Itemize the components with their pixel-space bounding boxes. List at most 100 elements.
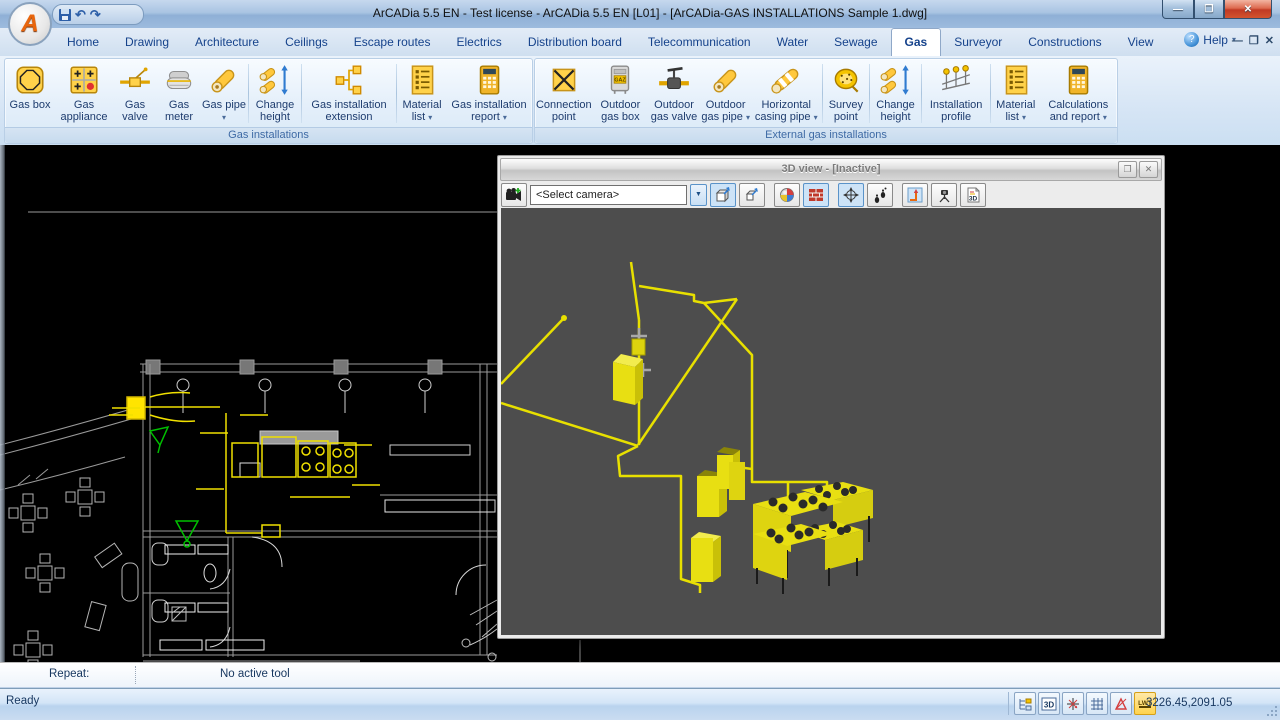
camera-tripod-button[interactable] <box>931 183 957 207</box>
save-3d-label: 3D <box>969 195 978 202</box>
tab-electrics[interactable]: Electrics <box>443 28 514 56</box>
tab-drawing[interactable]: Drawing <box>112 28 182 56</box>
group-label: External gas installations <box>535 127 1117 143</box>
active-tool-message: No active tool <box>220 668 290 680</box>
maximize-button[interactable]: ❐ <box>1194 0 1224 19</box>
gas-valve-button[interactable]: Gas valve <box>113 59 157 128</box>
footsteps-icon <box>873 187 887 203</box>
gas-meter-button[interactable]: Gas meter <box>157 59 201 128</box>
grid-toggle[interactable] <box>1086 692 1108 715</box>
outdoor-gas-valve-button[interactable]: Outdoor gas valve <box>648 59 700 128</box>
dropdown-caret-icon: ▾ <box>746 113 750 122</box>
gas-appliance-button[interactable]: Gas appliance <box>55 59 113 128</box>
command-bar-separator <box>135 666 136 684</box>
snap-toggle[interactable] <box>1062 692 1084 715</box>
save-3d-view-button[interactable]: 3D <box>960 183 986 207</box>
gas-installation-extension-button[interactable]: Gas installation extension <box>303 59 395 128</box>
tab-ceilings[interactable]: Ceilings <box>272 28 341 56</box>
close-button[interactable]: ✕ <box>1224 0 1272 19</box>
add-camera-button[interactable] <box>501 183 527 207</box>
help-globe-icon: ? <box>1184 32 1199 47</box>
gas-appliance-icon <box>67 63 101 97</box>
resize-grip[interactable] <box>1265 704 1277 716</box>
cube-small-arrow-icon <box>744 187 760 203</box>
horizontal-casing-pipe-button[interactable]: Horizontal casing pipe ▾ <box>751 59 821 128</box>
tab-water[interactable]: Water <box>764 28 822 56</box>
orbit-button[interactable] <box>838 183 864 207</box>
material-list-button[interactable]: Material list ▾ <box>398 59 446 128</box>
gas-box-icon <box>13 63 47 97</box>
camera-tripod-icon <box>936 187 952 203</box>
ortho-toggle[interactable] <box>1110 692 1132 715</box>
3d-window-icon: 3D <box>1041 697 1057 711</box>
undo-button[interactable]: ↶ <box>75 6 86 23</box>
calculations-and-report-button[interactable]: Calculations and report ▾ <box>1040 59 1117 128</box>
select-camera-dropdown[interactable]: <Select camera> <box>530 185 687 205</box>
installation-profile-button[interactable]: Installation profile <box>923 59 989 128</box>
ribbon: Gas box Gas appliance Gas valve Gas mete… <box>0 56 1280 146</box>
calculations-icon <box>1061 63 1095 97</box>
ortho-angle-icon <box>1114 697 1128 711</box>
3d-view-title-bar[interactable]: 3D view - [Inactive] ❐ ✕ <box>500 158 1162 181</box>
tab-constructions[interactable]: Constructions <box>1015 28 1114 56</box>
camera-spinner-button[interactable]: ▼ <box>690 184 707 206</box>
app-logo-button[interactable]: A <box>8 2 52 46</box>
quick-access-toolbar: ↶ ↷ <box>52 4 144 25</box>
change-height-icon <box>879 63 913 97</box>
help-menu[interactable]: ? Help ▾ <box>1184 32 1236 47</box>
snap-crosshair-icon <box>1066 697 1080 711</box>
tab-surveyor[interactable]: Surveyor <box>941 28 1015 56</box>
doc-minimize-button[interactable]: — <box>1232 32 1243 50</box>
zoom-window-button[interactable] <box>739 183 765 207</box>
dropdown-caret-icon: ▾ <box>1103 113 1107 122</box>
tab-distribution-board[interactable]: Distribution board <box>515 28 635 56</box>
group-separator <box>990 64 991 123</box>
survey-point-icon <box>829 63 863 97</box>
doc-restore-button[interactable]: ❐ <box>1249 32 1259 50</box>
tab-telecommunication[interactable]: Telecommunication <box>635 28 764 56</box>
3d-view-close-button[interactable]: ✕ <box>1139 161 1158 178</box>
change-height-button-external[interactable]: Change height <box>871 59 921 128</box>
3d-view-window[interactable]: 3D view - [Inactive] ❐ ✕ <Select camera>… <box>497 155 1165 639</box>
outdoor-gas-pipe-button[interactable]: Outdoor gas pipe ▾ <box>700 59 752 128</box>
group-separator <box>822 64 823 123</box>
tab-view[interactable]: View <box>1115 28 1167 56</box>
dropdown-caret-icon: ▾ <box>222 113 226 122</box>
material-list-button-external[interactable]: Material list ▾ <box>992 59 1040 128</box>
gas-pipe-icon <box>207 63 241 97</box>
tab-home[interactable]: Home <box>54 28 112 56</box>
save-icon[interactable] <box>59 9 71 21</box>
spinner-down-icon: ▼ <box>695 191 702 198</box>
show-walls-button[interactable] <box>803 183 829 207</box>
3d-viewport[interactable] <box>501 208 1161 635</box>
gas-installation-report-button[interactable]: Gas installation report ▾ <box>446 59 532 128</box>
color-sphere-icon <box>779 187 795 203</box>
project-manager-toggle[interactable] <box>1014 692 1036 715</box>
dropdown-caret-icon: ▾ <box>814 113 818 122</box>
3d-view-restore-button[interactable]: ❐ <box>1118 161 1137 178</box>
3d-view-title: 3D view - [Inactive] <box>501 159 1161 179</box>
canvas-left-edge <box>0 145 5 662</box>
3d-view-toggle[interactable]: 3D <box>1038 692 1060 715</box>
connection-point-button[interactable]: Connection point <box>535 59 593 128</box>
ribbon-group-external-gas-installations: Connection point Outdoor gas box Outdoor… <box>534 58 1118 144</box>
gas-pipe-button[interactable]: Gas pipe ▾ <box>201 59 247 128</box>
tab-sewage[interactable]: Sewage <box>821 28 890 56</box>
redo-button[interactable]: ↷ <box>90 6 101 23</box>
tab-gas[interactable]: Gas <box>891 28 942 56</box>
doc-close-button[interactable]: ✕ <box>1265 32 1274 50</box>
survey-point-button[interactable]: Survey point <box>824 59 868 128</box>
tab-architecture[interactable]: Architecture <box>182 28 272 56</box>
render-colors-button[interactable] <box>774 183 800 207</box>
change-height-icon <box>258 63 292 97</box>
zoom-extents-button[interactable] <box>710 183 736 207</box>
walkthrough-button[interactable] <box>867 183 893 207</box>
outdoor-gas-box-button[interactable]: Outdoor gas box <box>593 59 649 128</box>
tab-escape-routes[interactable]: Escape routes <box>341 28 444 56</box>
report-calculator-icon <box>472 63 506 97</box>
gas-box-button[interactable]: Gas box <box>5 59 55 128</box>
view-path-button[interactable] <box>902 183 928 207</box>
change-height-button[interactable]: Change height <box>250 59 300 128</box>
installation-profile-icon <box>939 63 973 97</box>
minimize-button[interactable]: — <box>1162 0 1194 19</box>
